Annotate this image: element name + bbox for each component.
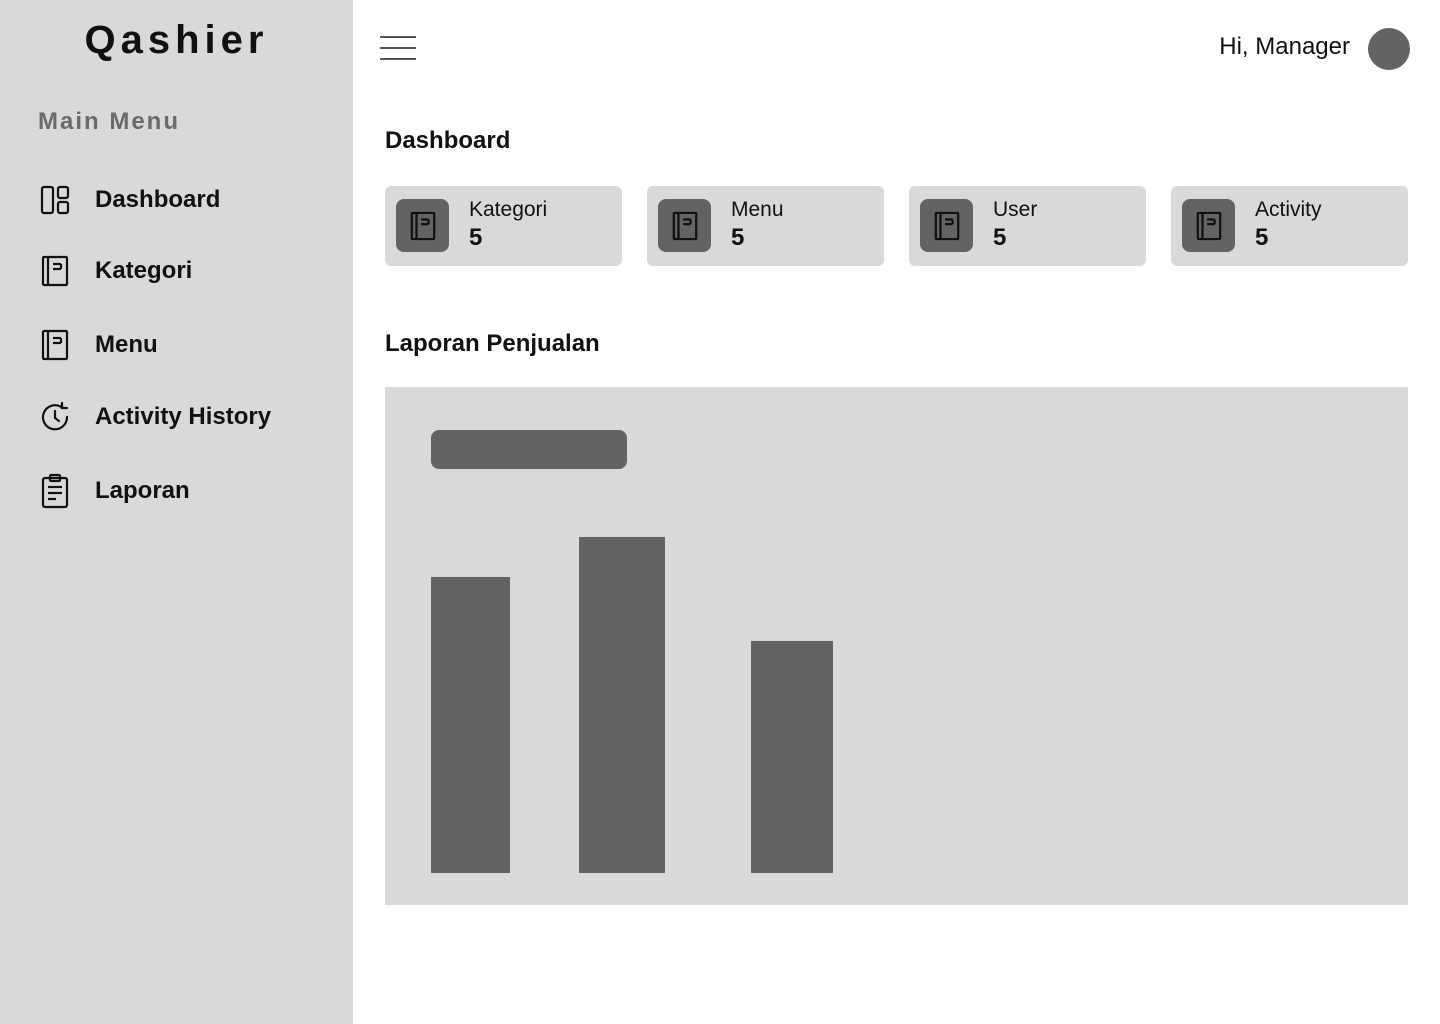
chart-title-placeholder [431,430,627,469]
history-icon [38,400,72,434]
clipboard-icon [38,473,72,509]
brand-logo: Qashier [84,18,269,62]
stat-label: Menu [731,198,784,221]
sidebar-item-laporan[interactable]: Laporan [38,469,190,513]
book-icon [396,199,449,252]
stat-label: User [993,198,1038,221]
chart-bar-2 [579,537,665,873]
sales-chart [385,387,1408,905]
sidebar-item-menu[interactable]: Menu [38,323,158,367]
avatar[interactable] [1368,28,1410,70]
sidebar-item-label: Dashboard [95,186,221,213]
book-icon [1182,199,1235,252]
report-title: Laporan Penjualan [385,330,600,357]
book-icon [658,199,711,252]
stat-card-user[interactable]: User 5 [909,186,1146,266]
chart-bar-1 [431,577,510,873]
stat-card-kategori[interactable]: Kategori 5 [385,186,622,266]
stat-value: 5 [731,224,745,251]
book-icon [38,254,72,288]
stat-card-menu[interactable]: Menu 5 [647,186,884,266]
stat-label: Kategori [469,198,548,221]
sidebar-item-activity-history[interactable]: Activity History [38,395,271,439]
dashboard-icon [38,183,72,217]
sidebar-item-dashboard[interactable]: Dashboard [38,178,220,222]
stat-card-activity[interactable]: Activity 5 [1171,186,1408,266]
main-menu-heading: Main Menu [38,108,180,135]
hamburger-icon[interactable] [380,34,416,64]
sidebar-item-label: Kategori [95,257,193,284]
book-icon [38,328,72,362]
stat-label: Activity [1255,198,1322,221]
user-greeting: Hi, Manager [1219,33,1350,60]
page-title: Dashboard [385,127,511,154]
sidebar: Qashier Main Menu Dashboard Kategori Men… [0,0,353,1024]
sidebar-item-label: Activity History [95,403,272,430]
chart-bar-3 [751,641,833,873]
stat-value: 5 [993,224,1007,251]
book-icon [920,199,973,252]
stat-value: 5 [1255,224,1269,251]
sidebar-item-label: Menu [95,331,158,358]
stat-value: 5 [469,224,483,251]
sidebar-item-kategori[interactable]: Kategori [38,249,192,293]
sidebar-item-label: Laporan [95,477,190,504]
